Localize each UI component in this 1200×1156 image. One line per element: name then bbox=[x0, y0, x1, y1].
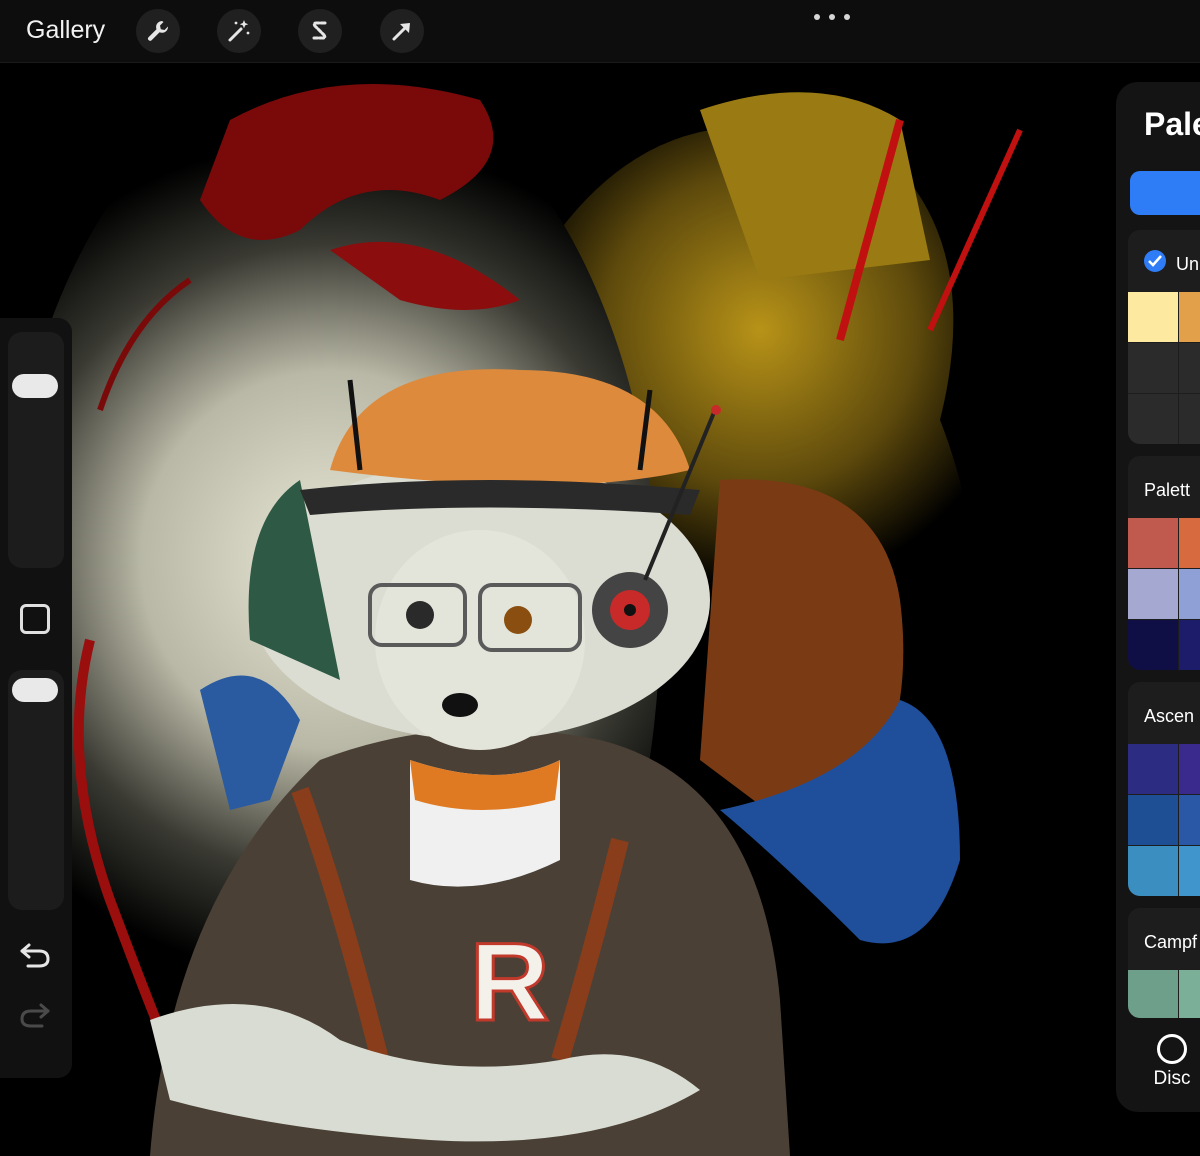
artwork: R bbox=[0, 63, 1200, 1156]
transform-button[interactable] bbox=[380, 9, 424, 53]
palette-name: Un bbox=[1176, 254, 1200, 274]
color-swatch[interactable] bbox=[1179, 970, 1200, 1018]
color-swatch[interactable] bbox=[1179, 795, 1200, 845]
color-swatch[interactable] bbox=[1128, 394, 1178, 444]
color-swatch[interactable] bbox=[1179, 518, 1200, 568]
palette-name: Campf bbox=[1144, 932, 1198, 952]
panel-title: Pale bbox=[1144, 106, 1200, 142]
color-swatch[interactable] bbox=[1179, 343, 1200, 393]
brush-opacity-thumb[interactable] bbox=[12, 678, 58, 702]
color-swatch[interactable] bbox=[1179, 846, 1200, 896]
redo-icon[interactable] bbox=[18, 1000, 52, 1030]
color-swatch[interactable] bbox=[1179, 620, 1200, 670]
color-swatch[interactable] bbox=[1128, 620, 1178, 670]
hoodie-letter: R bbox=[470, 921, 549, 1044]
color-swatch[interactable] bbox=[1179, 569, 1200, 619]
new-palette-button[interactable] bbox=[1130, 171, 1200, 215]
palette-name: Palett bbox=[1144, 480, 1191, 500]
color-swatch[interactable] bbox=[1128, 569, 1178, 619]
drawing-canvas[interactable]: R bbox=[0, 63, 1200, 1156]
wrench-icon bbox=[147, 21, 169, 41]
color-swatch[interactable] bbox=[1179, 292, 1200, 342]
palette-card[interactable]: Palett bbox=[1128, 456, 1200, 670]
brush-opacity-slider[interactable] bbox=[8, 670, 64, 910]
arrow-cursor-icon bbox=[392, 23, 410, 41]
left-sidebar bbox=[0, 318, 72, 1078]
gallery-button[interactable]: Gallery bbox=[26, 16, 105, 45]
undo-icon[interactable] bbox=[18, 940, 52, 970]
palette-name: Ascen bbox=[1144, 706, 1195, 726]
ellipsis-icon bbox=[814, 14, 820, 20]
palette-card-default[interactable]: Un bbox=[1128, 230, 1200, 444]
color-swatch[interactable] bbox=[1179, 744, 1200, 794]
color-swatch[interactable] bbox=[1128, 970, 1178, 1018]
modify-button[interactable] bbox=[20, 604, 50, 634]
palettes-panel: Pale Un Palett Ascen bbox=[1116, 82, 1200, 1112]
magic-wand-icon bbox=[228, 20, 250, 42]
actions-button[interactable] bbox=[136, 9, 180, 53]
color-swatch[interactable] bbox=[1128, 744, 1178, 794]
color-swatch[interactable] bbox=[1128, 795, 1178, 845]
disc-label: Disc bbox=[1153, 1068, 1191, 1089]
top-toolbar: Gallery bbox=[0, 0, 1200, 63]
selection-s-icon bbox=[312, 21, 327, 40]
brush-size-thumb[interactable] bbox=[12, 374, 58, 398]
color-swatch[interactable] bbox=[1179, 394, 1200, 444]
brush-size-slider[interactable] bbox=[8, 332, 64, 568]
color-swatch[interactable] bbox=[1128, 343, 1178, 393]
palette-card[interactable]: Campf bbox=[1128, 908, 1200, 1018]
disc-tab[interactable]: Disc bbox=[1142, 1034, 1200, 1090]
adjustments-button[interactable] bbox=[217, 9, 261, 53]
color-swatch[interactable] bbox=[1128, 846, 1178, 896]
color-swatch[interactable] bbox=[1128, 292, 1178, 342]
selection-button[interactable] bbox=[298, 9, 342, 53]
default-check-icon bbox=[1144, 250, 1166, 272]
more-options-button[interactable] bbox=[812, 10, 852, 24]
palette-card[interactable]: Ascen bbox=[1128, 682, 1200, 896]
disc-icon bbox=[1157, 1034, 1187, 1064]
color-swatch[interactable] bbox=[1128, 518, 1178, 568]
